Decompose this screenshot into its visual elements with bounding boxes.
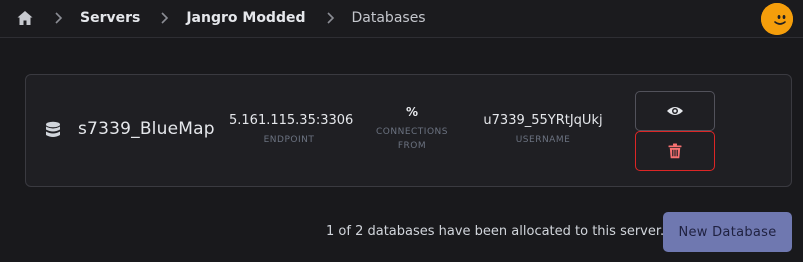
view-details-button[interactable] [635, 91, 715, 131]
eye-icon [667, 107, 683, 115]
user-avatar[interactable] [761, 3, 793, 35]
connections-from-value: % [405, 105, 419, 119]
endpoint-field: 5.161.115.35:3306 ENDPOINT [229, 113, 354, 147]
breadcrumb-server-name[interactable]: Jangro Modded [186, 10, 305, 26]
database-name: s7339_BlueMap [78, 119, 215, 139]
delete-database-button[interactable] [635, 131, 715, 171]
username-label: USERNAME [515, 135, 571, 145]
allocation-status-text: 1 of 2 databases have been allocated to … [326, 224, 665, 239]
chevron-right-icon [50, 10, 66, 26]
home-icon[interactable] [16, 9, 34, 27]
endpoint-value: 5.161.115.35:3306 [229, 113, 354, 128]
connections-from-label: CONNECTIONS FROM [364, 125, 460, 153]
breadcrumb-servers[interactable]: Servers [80, 10, 140, 26]
username-value: u7339_55YRtJqUkj [483, 113, 603, 128]
top-bar: Servers Jangro Modded Databases [0, 0, 803, 38]
username-field: u7339_55YRtJqUkj USERNAME [473, 113, 613, 147]
connections-from-label-line1: CONNECTIONS [376, 127, 448, 137]
chevron-right-icon [322, 10, 338, 26]
connections-from-field: % CONNECTIONS FROM [364, 105, 460, 153]
endpoint-label: ENDPOINT [263, 135, 315, 145]
trash-icon [668, 143, 682, 159]
avatar-smiley-icon [761, 3, 793, 35]
breadcrumb-current-page: Databases [351, 10, 426, 26]
database-card: s7339_BlueMap 5.161.115.35:3306 ENDPOINT… [25, 74, 792, 187]
database-icon [45, 121, 61, 139]
new-database-button[interactable]: New Database [663, 212, 792, 252]
chevron-right-icon [156, 10, 172, 26]
connections-from-label-line2: FROM [397, 141, 427, 151]
breadcrumb: Servers Jangro Modded Databases [16, 0, 426, 36]
